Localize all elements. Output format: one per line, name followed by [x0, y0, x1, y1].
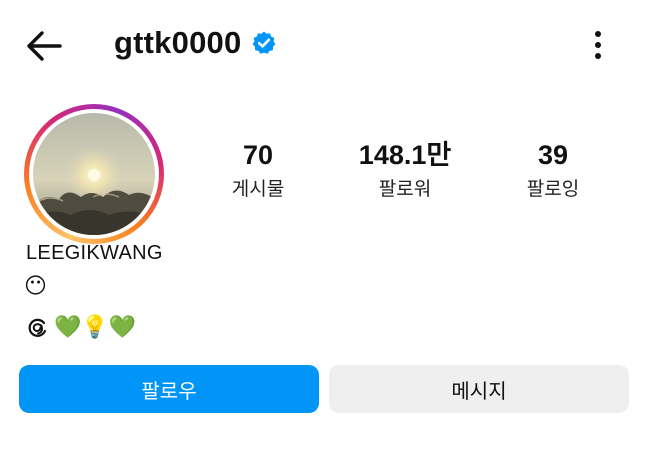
bio-emojis: 💚💡💚	[54, 314, 137, 339]
following-count: 39	[537, 140, 569, 170]
followers-stat[interactable]: 148.1만 팔로워	[345, 138, 465, 202]
posts-count: 70	[242, 140, 274, 170]
more-options-button[interactable]	[586, 28, 610, 64]
follow-button[interactable]: 팔로우	[19, 365, 319, 413]
posts-stat[interactable]: 70 게시물	[198, 138, 318, 202]
posts-label: 게시물	[231, 179, 285, 200]
display-name: LEEGIKWANG	[26, 242, 163, 264]
following-stat[interactable]: 39 팔로잉	[493, 138, 613, 202]
followers-label: 팔로워	[378, 179, 432, 200]
threads-icon[interactable]	[24, 314, 50, 340]
followers-count: 148.1만	[358, 140, 452, 170]
bio-line-2: 💚💡💚	[24, 314, 136, 340]
username-row: gttk0000	[114, 25, 277, 61]
story-ring[interactable]	[24, 104, 164, 244]
back-button[interactable]	[22, 26, 66, 66]
arrow-left-icon	[27, 31, 62, 61]
profile-header: gttk0000	[0, 0, 648, 92]
verified-badge-icon	[252, 31, 276, 54]
following-label: 팔로잉	[526, 179, 580, 200]
message-button[interactable]: 메시지	[329, 365, 629, 413]
more-vertical-icon	[595, 31, 601, 59]
avatar	[33, 113, 155, 235]
username: gttk0000	[114, 25, 242, 60]
bio-line-1: 😶	[24, 273, 47, 298]
